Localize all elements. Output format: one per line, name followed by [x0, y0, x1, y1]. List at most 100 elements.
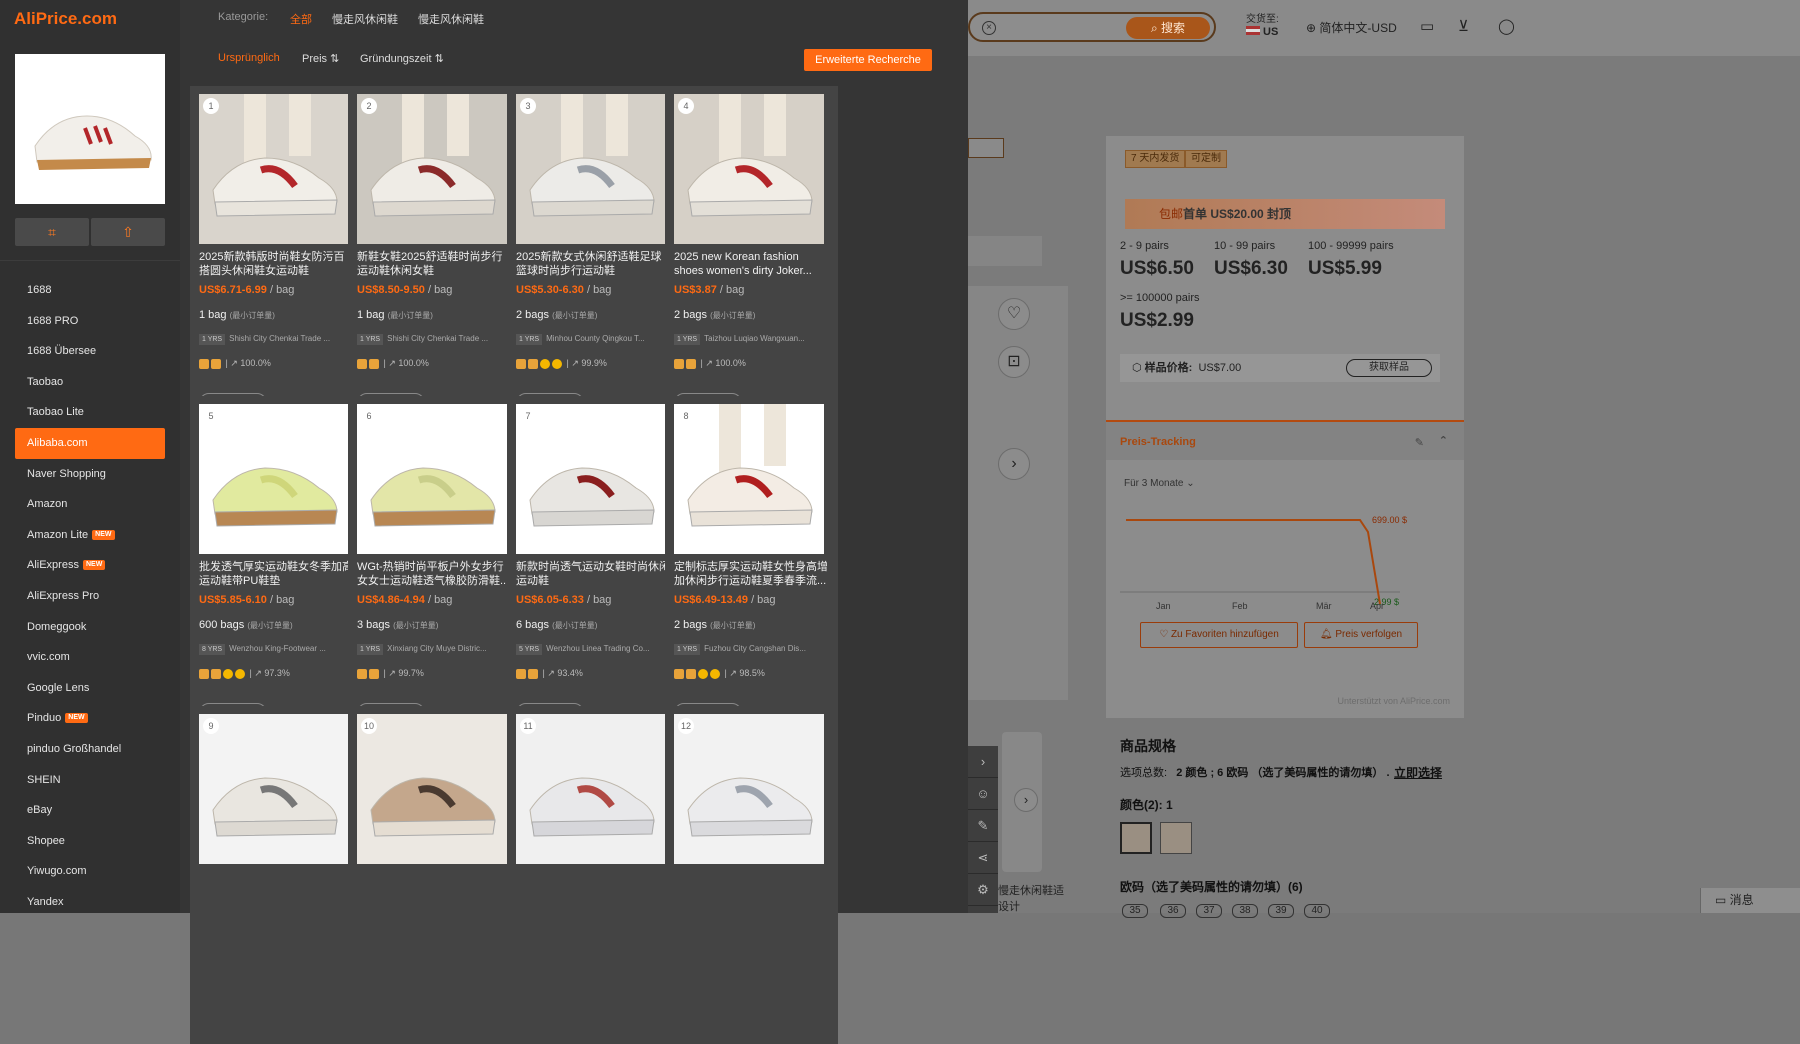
- platform-item[interactable]: Pinduo NEW: [15, 703, 165, 734]
- category-item[interactable]: 慢走风休闲鞋: [332, 11, 398, 27]
- get-sample-button[interactable]: 获取样品: [1346, 359, 1432, 377]
- product-title[interactable]: 批发透气厚实运动鞋女冬季加高运动鞋带PU鞋垫: [199, 560, 355, 588]
- product-card[interactable]: 4 2025 new Korean fashion shoes women's d…: [665, 86, 838, 424]
- settings-icon[interactable]: ⚙: [968, 874, 998, 906]
- crop-icon[interactable]: ⌗: [15, 218, 89, 246]
- product-image-frame[interactable]: 3: [516, 94, 666, 244]
- product-card[interactable]: 8 定制标志厚实运动鞋女性身高增加休闲步行运动鞋夏季春季流... US$6.49-1…: [665, 396, 838, 734]
- product-title[interactable]: 2025 new Korean fashion shoes women's di…: [674, 250, 830, 278]
- platform-item[interactable]: pinduo Großhandel: [15, 734, 165, 765]
- category-all[interactable]: 全部: [290, 11, 312, 27]
- size-option[interactable]: 35: [1122, 904, 1148, 918]
- select-now-link[interactable]: 立即选择: [1394, 764, 1442, 781]
- sort-original[interactable]: Ursprünglich: [218, 52, 280, 64]
- product-card[interactable]: 6 WGt-热销时尚平板户外女步行女女士运动鞋透气橡胶防滑鞋... US$4.86-…: [348, 396, 521, 734]
- platform-item[interactable]: Domeggook: [15, 612, 165, 643]
- supplier[interactable]: 1 YRS Minhou County Qingkou T...: [516, 334, 672, 345]
- product-card[interactable]: 3 2025新款女式休闲舒适鞋足球篮球时尚步行运动鞋 US$5.30-6.30 / …: [507, 86, 680, 424]
- product-title[interactable]: 新鞋女鞋2025舒适鞋时尚步行运动鞋休闲女鞋: [357, 250, 513, 278]
- platform-item[interactable]: 1688: [15, 275, 165, 306]
- supplier[interactable]: 1 YRS Fuzhou City Cangshan Dis...: [674, 644, 830, 655]
- platform-item[interactable]: Taobao Lite: [15, 397, 165, 428]
- user-icon[interactable]: ◯: [1498, 19, 1515, 35]
- product-image-frame[interactable]: 5: [199, 404, 349, 554]
- supplier[interactable]: 8 YRS Wenzhou King-Footwear ...: [199, 644, 355, 655]
- platform-item[interactable]: Amazon Lite NEW: [15, 520, 165, 551]
- favorite-icon[interactable]: ♡: [998, 298, 1030, 330]
- color-swatch[interactable]: [1120, 822, 1152, 854]
- sort-price[interactable]: Preis ⇅: [302, 52, 339, 65]
- collapse-toolbar-icon[interactable]: ›: [968, 746, 998, 778]
- product-title[interactable]: 定制标志厚实运动鞋女性身高增加休闲步行运动鞋夏季春季流...: [674, 560, 830, 588]
- next-image-icon[interactable]: ›: [998, 448, 1030, 480]
- upload-icon[interactable]: ⇧: [91, 218, 165, 246]
- product-image-frame[interactable]: 12: [674, 714, 824, 864]
- size-option[interactable]: 37: [1196, 904, 1222, 918]
- platform-item[interactable]: AliExpress Pro: [15, 581, 165, 612]
- product-card[interactable]: 2 新鞋女鞋2025舒适鞋时尚步行运动鞋休闲女鞋 US$8.50-9.50 / ba…: [348, 86, 521, 424]
- supplier[interactable]: 1 YRS Xinxiang City Muye Distric...: [357, 644, 513, 655]
- platform-item[interactable]: Yiwugo.com: [15, 856, 165, 887]
- platform-item[interactable]: Alibaba.com: [15, 427, 165, 459]
- product-title[interactable]: 2025新款韩版时尚鞋女防污百搭圆头休闲鞋女运动鞋: [199, 250, 355, 278]
- messages-button[interactable]: ▭ 消息: [1700, 888, 1800, 913]
- product-image-frame[interactable]: 4: [674, 94, 824, 244]
- category-item[interactable]: 慢走风休闲鞋: [418, 11, 484, 27]
- product-title[interactable]: 2025新款女式休闲舒适鞋足球篮球时尚步行运动鞋: [516, 250, 672, 278]
- product-image-frame[interactable]: 2: [357, 94, 507, 244]
- language-selector[interactable]: ⊕ 简体中文-USD: [1306, 19, 1397, 36]
- size-option[interactable]: 38: [1232, 904, 1258, 918]
- product-image-frame[interactable]: 9: [199, 714, 349, 864]
- platform-item[interactable]: vvic.com: [15, 642, 165, 673]
- feedback-icon[interactable]: ☺: [968, 778, 998, 810]
- product-image-frame[interactable]: 8: [674, 404, 824, 554]
- product-card[interactable]: 1 2025新款韩版时尚鞋女防污百搭圆头休闲鞋女运动鞋 US$6.71-6.99 /…: [190, 86, 363, 424]
- product-card[interactable]: 9: [190, 706, 363, 1044]
- product-title[interactable]: 新款时尚透气运动女鞋时尚休闲运动鞋: [516, 560, 672, 588]
- platform-item[interactable]: Shopee: [15, 826, 165, 857]
- share-icon[interactable]: ⋖: [968, 842, 998, 874]
- size-option[interactable]: 40: [1304, 904, 1330, 918]
- platform-item[interactable]: SHEIN: [15, 765, 165, 796]
- cart-icon[interactable]: ⊻: [1458, 19, 1474, 35]
- bg-search-button[interactable]: ⌕ 搜索: [1126, 17, 1210, 39]
- clear-icon[interactable]: ×: [982, 21, 996, 35]
- message-icon[interactable]: ▭: [1420, 19, 1436, 35]
- product-image-frame[interactable]: 6: [357, 404, 507, 554]
- product-image-frame[interactable]: 1: [199, 94, 349, 244]
- collapse-icon[interactable]: ⌃: [1439, 434, 1448, 447]
- product-title[interactable]: WGt-热销时尚平板户外女步行女女士运动鞋透气橡胶防滑鞋...: [357, 560, 513, 588]
- bg-dropdown[interactable]: [968, 138, 1004, 158]
- advanced-search-button[interactable]: Erweiterte Recherche: [804, 49, 932, 71]
- product-card[interactable]: 7 新款时尚透气运动女鞋时尚休闲运动鞋 US$6.05-6.33 / bag 6 ba…: [507, 396, 680, 734]
- platform-item[interactable]: Naver Shopping: [15, 459, 165, 490]
- platform-item[interactable]: Amazon: [15, 489, 165, 520]
- product-card[interactable]: 11: [507, 706, 680, 1044]
- supplier[interactable]: 5 YRS Wenzhou Linea Trading Co...: [516, 644, 672, 655]
- platform-item[interactable]: Google Lens: [15, 673, 165, 704]
- product-image-frame[interactable]: 11: [516, 714, 666, 864]
- supplier[interactable]: 1 YRS Taizhou Luqiao Wangxuan...: [674, 334, 830, 345]
- platform-item[interactable]: 1688 PRO: [15, 306, 165, 337]
- product-card[interactable]: 12: [665, 706, 838, 1044]
- bg-search-bar[interactable]: × ⌕ 搜索: [968, 12, 1216, 42]
- product-image-frame[interactable]: 7: [516, 404, 666, 554]
- platform-item[interactable]: Taobao: [15, 367, 165, 398]
- color-swatch[interactable]: [1160, 822, 1192, 854]
- next-thumbnail-icon[interactable]: ›: [1014, 788, 1038, 812]
- platform-item[interactable]: eBay: [15, 795, 165, 826]
- product-card[interactable]: 10: [348, 706, 521, 1044]
- add-favorite-button[interactable]: ♡ Zu Favoriten hinzufügen: [1140, 622, 1298, 648]
- platform-item[interactable]: AliExpress NEW: [15, 550, 165, 581]
- size-option[interactable]: 36: [1160, 904, 1186, 918]
- platform-item[interactable]: 1688 Übersee: [15, 336, 165, 367]
- product-card[interactable]: 5 批发透气厚实运动鞋女冬季加高运动鞋带PU鞋垫 US$5.85-6.10 / ba…: [190, 396, 363, 734]
- size-option[interactable]: 39: [1268, 904, 1294, 918]
- image-search-icon[interactable]: ⊡: [998, 346, 1030, 378]
- supplier[interactable]: 1 YRS Shishi City Chenkai Trade ...: [357, 334, 513, 345]
- sort-founding-time[interactable]: Gründungszeit ⇅: [360, 52, 444, 65]
- track-price-button[interactable]: 🔔︎ Preis verfolgen: [1304, 622, 1418, 648]
- product-image-frame[interactable]: 10: [357, 714, 507, 864]
- range-dropdown[interactable]: Für 3 Monate ⌄: [1124, 478, 1195, 489]
- edit-icon[interactable]: ✎: [968, 810, 998, 842]
